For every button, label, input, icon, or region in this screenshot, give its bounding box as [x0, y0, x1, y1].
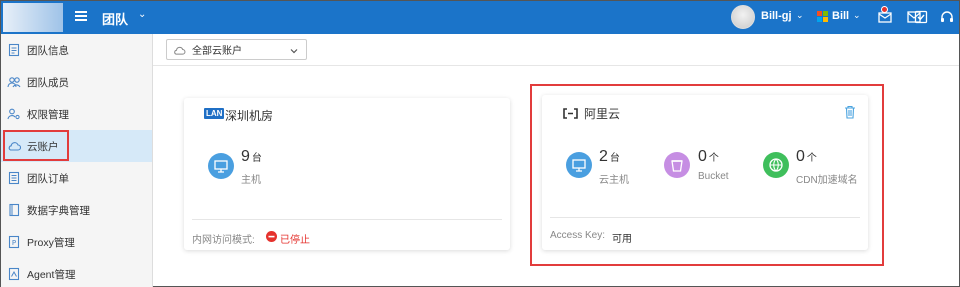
- cloud-account-filter-select[interactable]: 全部云账户: [166, 39, 307, 60]
- chevron-down-icon[interactable]: ⌄: [138, 9, 146, 20]
- intranet-status: 已停止: [280, 235, 310, 246]
- divider: [153, 65, 959, 66]
- team-menu-label[interactable]: 团队: [102, 9, 128, 28]
- svg-text:P: P: [12, 239, 16, 247]
- proxy-icon: P: [8, 235, 20, 249]
- chevron-down-icon[interactable]: ⌄: [796, 10, 804, 21]
- microsoft-logo-icon: [817, 11, 828, 22]
- stop-icon: [266, 231, 277, 242]
- lan-account-card[interactable]: LAN 深圳机房 9台 主机 内网访问模式: 已停止: [184, 98, 510, 250]
- logo[interactable]: [3, 3, 63, 32]
- user-key-icon: [7, 108, 20, 120]
- intranet-mode-label: 内网访问模式:: [192, 235, 255, 246]
- host-label: 主机: [241, 175, 261, 186]
- book-icon: [9, 203, 20, 217]
- host-stat-icon: [208, 153, 234, 179]
- monitor-icon: [214, 160, 228, 173]
- document-icon: [8, 43, 20, 57]
- sidebar-item-agent[interactable]: Agent管理: [1, 258, 152, 287]
- notification-badge: [881, 6, 888, 13]
- headset-support-icon[interactable]: [939, 9, 955, 25]
- highlight-box: [530, 84, 884, 266]
- sidebar-item-label: Proxy管理: [27, 236, 75, 249]
- agent-icon: [8, 267, 20, 281]
- highlight-box: [3, 130, 69, 161]
- avatar[interactable]: [731, 5, 755, 29]
- sidebar-item-data-dictionary[interactable]: 数据字典管理: [1, 194, 152, 226]
- sidebar-item-label: 数据字典管理: [27, 204, 90, 217]
- chevron-down-icon[interactable]: ⌄: [853, 10, 861, 21]
- card-title: 深圳机房: [225, 109, 274, 123]
- user-name[interactable]: Bill-gj: [761, 10, 792, 22]
- order-icon: [8, 171, 20, 185]
- sidebar-item-label: 团队订单: [27, 172, 69, 185]
- host-count: 9台: [241, 148, 262, 165]
- sidebar-item-team-members[interactable]: 团队成员: [1, 66, 152, 98]
- chevron-down-icon: [290, 49, 298, 54]
- sidebar-item-label: 权限管理: [27, 108, 69, 121]
- filter-label: 全部云账户: [192, 46, 242, 57]
- sidebar-item-label: 团队信息: [27, 44, 69, 57]
- menu-icon[interactable]: [75, 11, 87, 21]
- top-navigation-bar: 团队 ⌄ Bill-gj ⌄ Bill ⌄: [1, 1, 959, 34]
- sidebar-item-label: 团队成员: [27, 76, 69, 89]
- lan-badge: LAN: [204, 108, 225, 119]
- org-name[interactable]: Bill: [832, 10, 849, 22]
- sidebar-item-team-orders[interactable]: 团队订单: [1, 162, 152, 194]
- sidebar-item-team-info[interactable]: 团队信息: [1, 34, 152, 66]
- users-icon: [7, 77, 21, 88]
- sidebar-item-proxy[interactable]: P Proxy管理: [1, 226, 152, 258]
- cloud-icon: [174, 46, 186, 55]
- sidebar-item-label: Agent管理: [27, 268, 76, 281]
- sidebar-item-permissions[interactable]: 权限管理: [1, 98, 152, 130]
- divider: [192, 219, 502, 220]
- task-check-icon[interactable]: [913, 9, 929, 25]
